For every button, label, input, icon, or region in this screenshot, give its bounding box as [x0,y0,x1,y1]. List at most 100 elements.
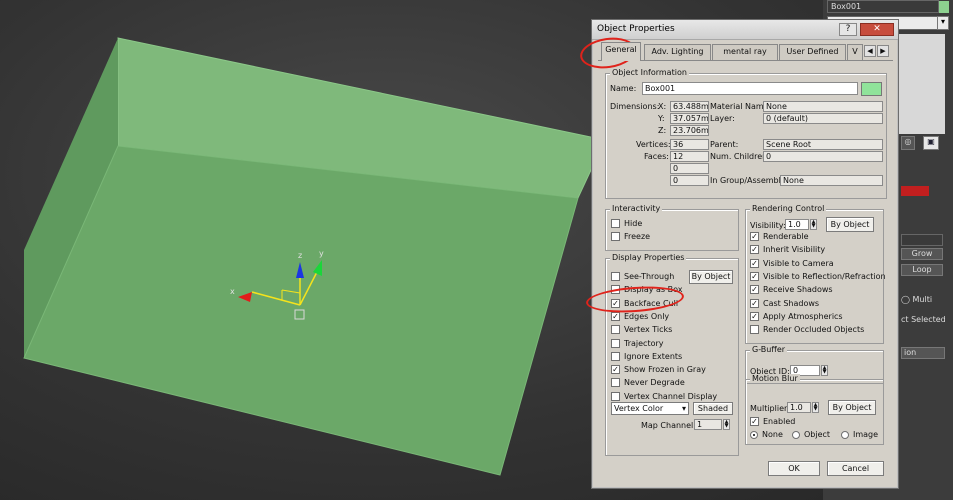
tab-mental-ray[interactable]: mental ray [712,44,778,60]
multiplier-spinner-icon[interactable]: ▲ ▼ [812,402,819,413]
grow-button[interactable]: Grow [901,248,943,260]
tab-adv-lighting[interactable]: Adv. Lighting [644,44,711,60]
hide-label[interactable]: Hide [624,219,642,228]
radio-none[interactable] [750,431,758,439]
name-field[interactable]: Box001 [642,82,858,95]
motion-blur-by-object-button[interactable]: By Object [828,400,876,415]
display-by-object-button[interactable]: By Object [689,270,733,284]
tab-user-defined[interactable]: User Defined [779,44,846,60]
cancel-button[interactable]: Cancel [827,461,884,476]
multiplier-label: Multiplier: [750,404,790,413]
radio-image[interactable] [841,431,849,439]
display-item-label-5[interactable]: Trajectory [624,339,664,348]
map-channel-spinner-icon[interactable]: ▲ ▼ [723,419,730,430]
render-item-checkbox-3[interactable]: ✓ [750,271,759,281]
rollout-header[interactable]: ion [901,347,945,359]
display-item-checkbox-0[interactable] [611,272,620,281]
object-properties-dialog: Object Properties ? ✕ General Adv. Light… [591,19,899,489]
render-item-checkbox-2[interactable]: ✓ [750,258,759,268]
x-axis-label: x [230,287,235,296]
display-item-label-3[interactable]: Edges Only [624,312,669,321]
object-information-title: Object Information [610,68,689,77]
render-item-label-2[interactable]: Visible to Camera [763,259,834,268]
multiplier-value[interactable]: 1.0 [787,402,811,413]
display-item-checkbox-8[interactable] [611,378,620,388]
display-item-label-7[interactable]: Show Frozen in Gray [624,365,706,374]
radio-image-label[interactable]: Image [853,430,878,439]
display-item-checkbox-3[interactable]: ✓ [611,311,620,321]
display-item-checkbox-7[interactable]: ✓ [611,365,620,375]
tab-scroll-right-icon[interactable]: ▶ [877,45,889,57]
num-children-label: Num. Children: [710,152,770,161]
radio-none-label[interactable]: None [762,430,783,439]
in-group-label: In Group/Assembly: [710,176,788,185]
rendering-by-object-button[interactable]: By Object [826,217,874,232]
vertices-label: Vertices: [636,140,671,149]
close-button[interactable]: ✕ [860,23,894,36]
motion-blur-title: Motion Blur [750,374,800,383]
motion-blur-enabled-checkbox[interactable]: ✓ [750,417,759,426]
motion-blur-enabled-label[interactable]: Enabled [763,417,795,426]
map-channel-value[interactable]: 1 [694,419,722,430]
display-item-checkbox-6[interactable] [611,351,620,361]
help-button[interactable]: ? [839,23,857,36]
render-item-label-0[interactable]: Renderable [763,232,809,241]
render-item-label-3[interactable]: Visible to Reflection/Refraction [763,272,886,281]
pin-stack-icon[interactable]: ◎ [901,136,915,150]
radio-object[interactable] [792,431,800,439]
freeze-label[interactable]: Freeze [624,232,650,241]
layer-value: 0 (default) [763,113,883,124]
visibility-spinner-icon[interactable]: ▲ ▼ [810,219,817,230]
freeze-checkbox[interactable] [611,232,620,241]
render-item-checkbox-7[interactable] [750,325,759,335]
z-axis-label: z [298,251,302,260]
render-item-label-4[interactable]: Receive Shadows [763,285,833,294]
chevron-down-icon[interactable]: ▾ [937,16,949,30]
render-item-checkbox-1[interactable]: ✓ [750,245,759,255]
map-channel-label: Map Channel: [641,421,696,430]
display-item-label-9[interactable]: Vertex Channel Display [624,392,717,401]
object-id-spinner-icon[interactable]: ▲ ▼ [821,365,828,376]
render-item-label-5[interactable]: Cast Shadows [763,299,819,308]
ok-button[interactable]: OK [768,461,820,476]
x-label: X: [658,102,667,111]
material-name-value: None [763,101,883,112]
edge-subobject-icon[interactable] [915,186,929,196]
shaded-button[interactable]: Shaded [693,402,733,415]
radio-object-label[interactable]: Object [804,430,830,439]
display-item-checkbox-9[interactable] [611,391,620,401]
display-item-label-4[interactable]: Vertex Ticks [624,325,672,334]
object-name-field[interactable]: Box001 [827,0,939,13]
radio-multi-label[interactable]: ◯ Multi [901,295,932,304]
loop-button[interactable]: Loop [901,264,943,276]
render-item-label-7[interactable]: Render Occluded Objects [763,325,864,334]
render-item-checkbox-6[interactable]: ✓ [750,311,759,321]
tab-scroll-left-icon[interactable]: ◀ [864,45,876,57]
display-item-label-8[interactable]: Never Degrade [624,378,685,387]
parent-value: Scene Root [763,139,883,150]
num-children-value: 0 [763,151,883,162]
render-item-checkbox-0[interactable]: ✓ [750,232,759,241]
tab-general[interactable]: General [601,42,641,61]
ring-spinner[interactable] [901,234,943,246]
dialog-titlebar[interactable]: Object Properties ? ✕ [592,20,898,40]
tab-divider [598,60,893,61]
display-item-label-0[interactable]: See-Through [624,272,674,281]
display-item-checkbox-4[interactable] [611,325,620,335]
render-item-checkbox-4[interactable]: ✓ [750,285,759,295]
interactivity-title: Interactivity [610,204,663,213]
vertex-subobject-icon[interactable] [901,186,915,196]
configure-sets-icon[interactable]: ▣ [923,136,939,150]
render-item-checkbox-5[interactable]: ✓ [750,298,759,308]
render-item-label-1[interactable]: Inherit Visibility [763,245,825,254]
vertex-color-dropdown[interactable]: Vertex Color ▾ [611,402,689,415]
hide-checkbox[interactable] [611,219,620,228]
display-item-checkbox-5[interactable] [611,338,620,348]
object-color-swatch-button[interactable] [861,82,882,96]
visibility-value[interactable]: 1.0 [785,219,809,230]
object-color-swatch[interactable] [939,1,949,13]
tab-overflow[interactable]: V [847,44,863,60]
display-item-label-6[interactable]: Ignore Extents [624,352,682,361]
z-dimension-value: 23.706mm [670,125,709,136]
render-item-label-6[interactable]: Apply Atmospherics [763,312,843,321]
